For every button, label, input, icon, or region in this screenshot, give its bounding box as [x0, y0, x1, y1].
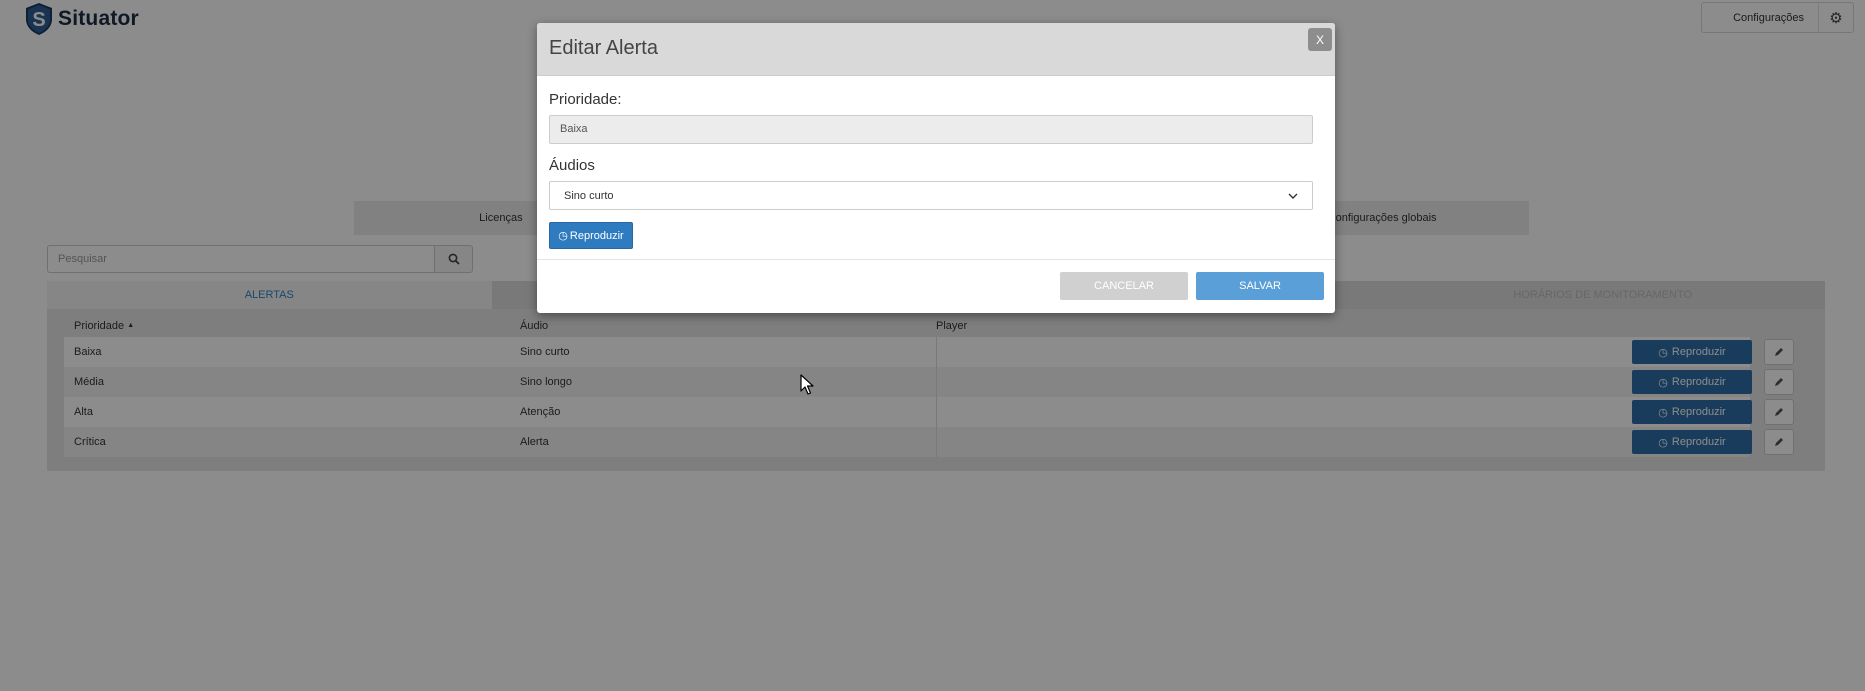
cancel-button[interactable]: CANCELAR [1060, 272, 1188, 300]
priority-label: Prioridade: [549, 91, 622, 108]
dialog-title: Editar Alerta [549, 37, 658, 59]
audio-label: Áudios [549, 157, 595, 174]
save-button[interactable]: SALVAR [1196, 272, 1324, 300]
priority-field: Baixa [549, 115, 1313, 144]
audio-select[interactable]: Sino curto [549, 181, 1313, 210]
edit-alert-dialog: Editar Alerta X Prioridade: Baixa Áudios… [537, 23, 1335, 313]
dialog-play-label: Reproduzir [569, 229, 624, 242]
dialog-footer: CANCELAR SALVAR [537, 259, 1335, 313]
mouse-cursor-icon [800, 374, 814, 395]
dialog-body: Prioridade: Baixa Áudios Sino curto ◷ Re… [549, 75, 1323, 249]
clock-icon: ◷ [558, 230, 568, 242]
dialog-header: Editar Alerta X [537, 23, 1335, 76]
chevron-down-icon [1288, 193, 1298, 199]
close-button[interactable]: X [1308, 28, 1332, 51]
audio-select-value: Sino curto [564, 189, 614, 202]
page: S Situator Configurações ⚙ Licenças Conf… [0, 0, 1865, 691]
dialog-play-button[interactable]: ◷ Reproduzir [549, 222, 633, 249]
